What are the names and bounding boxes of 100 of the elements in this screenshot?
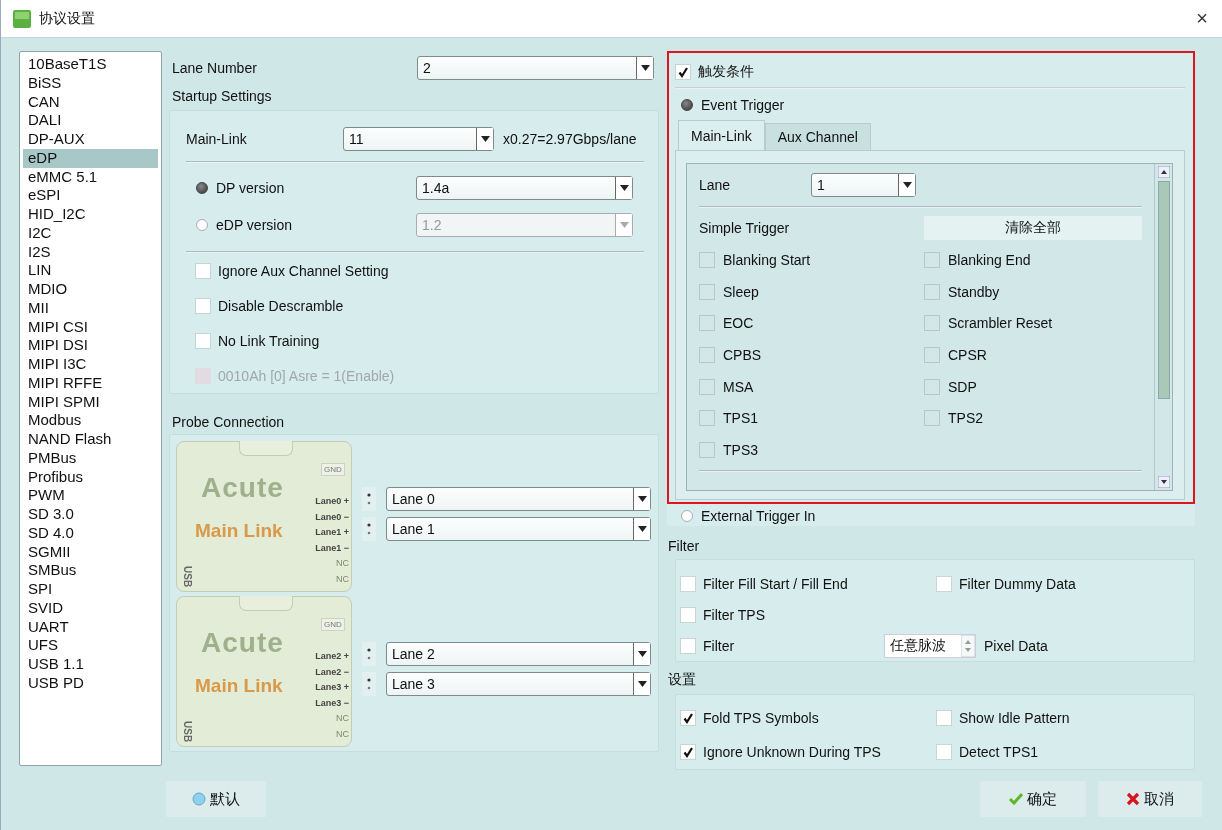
protocol-item[interactable]: 10BaseT1S (23, 55, 158, 74)
window-title: 协议设置 (39, 9, 95, 28)
checkbox[interactable] (195, 262, 211, 279)
checkbox[interactable] (699, 410, 715, 427)
protocol-item[interactable]: SD 4.0 (23, 523, 158, 543)
pin-label: Lane0 + (315, 495, 349, 508)
app-icon (13, 9, 31, 28)
checkbox[interactable] (924, 315, 940, 332)
protocol-item[interactable]: DP-AUX (23, 130, 158, 149)
caret-icon (637, 526, 647, 532)
checkbox[interactable] (680, 575, 696, 592)
protocol-item[interactable]: Modbus (23, 411, 158, 430)
cancel-button[interactable]: 取消 (1098, 781, 1202, 817)
dropdown[interactable]: 1.4a (416, 175, 633, 200)
checkbox[interactable] (680, 710, 696, 726)
protocol-item[interactable]: BiSS (23, 73, 158, 93)
checkbox[interactable] (195, 297, 211, 314)
dropdown[interactable]: Lane 3 (386, 672, 651, 696)
dropdown[interactable]: Lane 1 (386, 517, 651, 541)
checkbox[interactable] (924, 410, 940, 427)
radio-button[interactable] (681, 99, 693, 111)
default-button[interactable]: 默认 (166, 781, 266, 817)
checkbox-label: Fold TPS Symbols (703, 710, 819, 726)
close-button[interactable]: × (1194, 7, 1210, 30)
scrollbar-thumb[interactable] (1157, 181, 1170, 399)
dropdown[interactable]: 1 (811, 173, 916, 197)
checkbox[interactable] (680, 606, 696, 623)
checkbox-label: TPS3 (723, 441, 758, 458)
checkbox-label: Filter TPS (703, 606, 765, 623)
protocol-item[interactable]: eDP (23, 148, 158, 168)
radio-button[interactable] (681, 510, 693, 522)
protocol-item[interactable]: SMBus (23, 561, 158, 580)
checkbox-label: Show Idle Pattern (959, 710, 1070, 726)
pin-label: NC (336, 712, 349, 725)
protocol-item[interactable]: MIPI RFFE (23, 373, 158, 393)
checkbox[interactable] (699, 283, 715, 300)
checkbox[interactable] (924, 283, 940, 300)
checkbox[interactable] (924, 346, 940, 363)
protocol-item[interactable]: UART (23, 617, 158, 637)
dropdown[interactable]: 11 (343, 127, 494, 151)
protocol-item[interactable]: eMMC 5.1 (23, 167, 158, 187)
checkbox[interactable] (924, 251, 940, 268)
protocol-item[interactable]: LIN (23, 261, 158, 280)
dropdown[interactable]: Lane 0 (386, 487, 651, 511)
pin-label: Lane2 − (315, 665, 349, 679)
checkbox[interactable] (699, 441, 715, 458)
clear-all-button[interactable]: 清除全部 (924, 216, 1142, 240)
protocol-item[interactable]: MII (23, 298, 158, 318)
usb-label: USB (182, 721, 193, 743)
protocol-item[interactable]: SGMII (23, 542, 158, 562)
checkbox[interactable] (936, 575, 952, 592)
protocol-item[interactable]: MIPI I3C (23, 355, 158, 374)
radio-label: eDP version (216, 216, 293, 233)
protocol-item[interactable]: UFS (23, 636, 158, 655)
dropdown[interactable]: Lane 2 (386, 642, 651, 666)
protocol-item[interactable]: SVID (23, 598, 158, 618)
radio-button[interactable] (196, 181, 208, 194)
protocol-item[interactable]: USB PD (23, 673, 158, 693)
protocol-item[interactable]: MIPI CSI (23, 317, 158, 337)
pin-label: Lane3 − (315, 696, 349, 710)
protocol-item[interactable]: PWM (23, 486, 158, 505)
checkbox[interactable] (699, 378, 715, 395)
checkbox[interactable] (680, 744, 696, 760)
ok-button[interactable]: 确定 (980, 781, 1086, 817)
protocol-item[interactable]: SD 3.0 (23, 505, 158, 524)
protocol-item[interactable]: SPI (23, 580, 158, 599)
checkbox[interactable] (936, 710, 952, 726)
checkbox-label: Ignore Aux Channel Setting (218, 262, 389, 279)
protocol-item[interactable]: Profibus (23, 467, 158, 487)
protocol-item[interactable]: DALI (23, 111, 158, 130)
checkbox[interactable] (699, 315, 715, 332)
circle-icon (192, 792, 206, 806)
protocol-item[interactable]: MIPI SPMI (23, 392, 158, 412)
protocol-item[interactable]: I2C (23, 223, 158, 243)
scroll-up-icon (1157, 166, 1170, 178)
checkbox[interactable] (680, 637, 696, 654)
protocol-item[interactable]: PMBus (23, 448, 158, 468)
field-label: Lane Number (171, 60, 258, 76)
protocol-item[interactable]: MIPI DSI (23, 336, 158, 355)
checkbox[interactable] (936, 744, 952, 760)
protocol-item[interactable]: I2S (23, 242, 158, 262)
pin-label: Lane3 + (315, 681, 349, 694)
tab[interactable]: Aux Channel (764, 123, 871, 150)
protocol-item[interactable]: MDIO (23, 280, 158, 299)
section-title: Simple Trigger (699, 220, 790, 236)
protocol-item[interactable]: CAN (23, 92, 158, 112)
protocol-item[interactable]: eSPI (23, 186, 158, 205)
dropdown[interactable]: 2 (417, 56, 654, 80)
protocol-item[interactable]: HID_I2C (23, 205, 158, 224)
protocol-item[interactable]: USB 1.1 (23, 655, 158, 674)
checkbox[interactable] (675, 64, 691, 80)
spin-field[interactable]: 任意脉波 (884, 633, 976, 658)
pin-label: Lane2 + (315, 650, 349, 663)
checkbox[interactable] (195, 332, 211, 349)
checkbox[interactable] (699, 251, 715, 268)
probe-name: Main Link (195, 675, 283, 697)
tab[interactable]: Main-Link (678, 120, 765, 150)
protocol-item[interactable]: NAND Flash (23, 430, 158, 449)
checkbox[interactable] (699, 346, 715, 363)
checkbox[interactable] (924, 378, 940, 395)
